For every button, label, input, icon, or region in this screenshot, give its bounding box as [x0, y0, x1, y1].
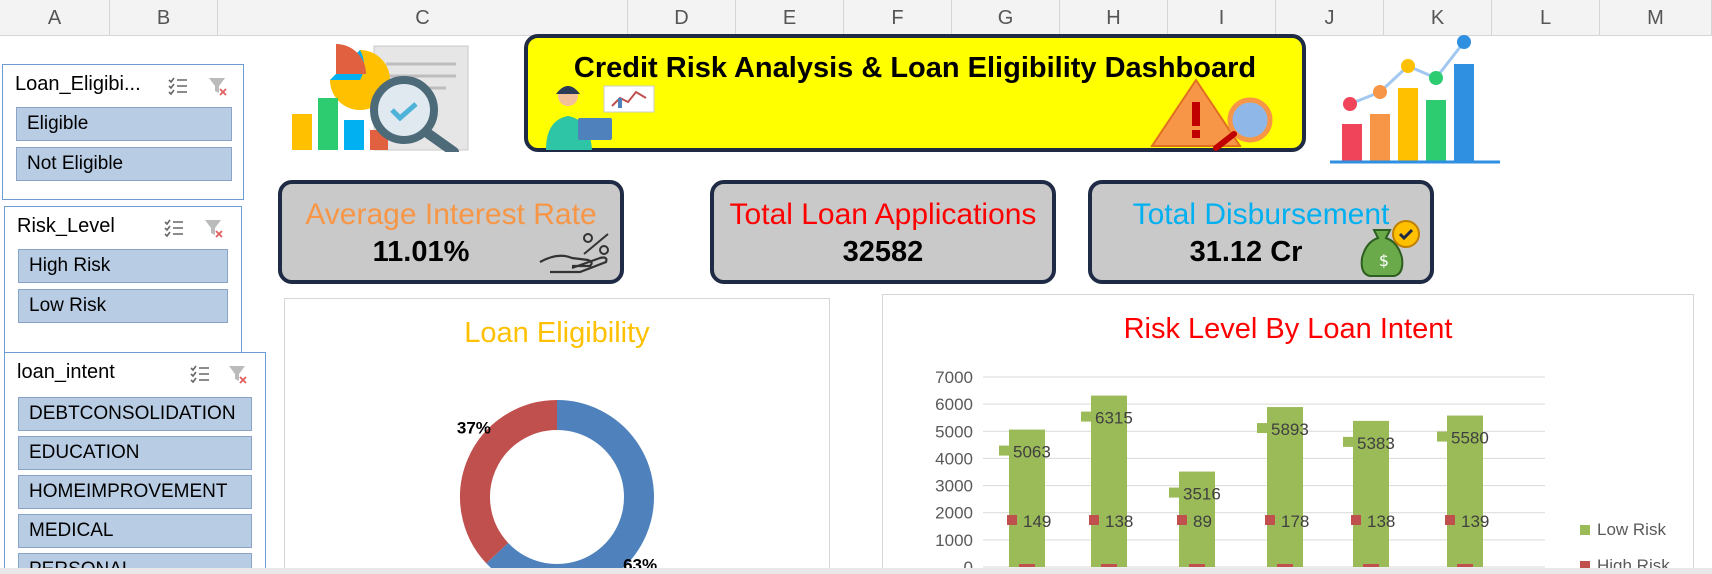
- bar-high-risk: [1363, 564, 1379, 567]
- column-header-d[interactable]: D: [628, 0, 736, 36]
- data-label-marker: [1081, 411, 1091, 422]
- data-label-marker: [999, 445, 1009, 456]
- bar-high-risk: [1189, 564, 1205, 567]
- data-label-marker: [1169, 487, 1179, 498]
- slicer-risk-level[interactable]: Risk_Level High Risk Low Risk: [4, 206, 242, 354]
- bar-plot: 0100020003000400050006000700050636315351…: [935, 368, 1670, 574]
- data-label-low-risk: 3516: [1183, 485, 1221, 504]
- y-tick-label: 7000: [935, 368, 973, 387]
- column-header-c[interactable]: C: [218, 0, 628, 36]
- y-tick-label: 3000: [935, 477, 973, 496]
- data-label-high-risk: 89: [1193, 512, 1212, 531]
- warning-magnifier-icon: [1150, 78, 1273, 151]
- person-laptop-illustration: [546, 85, 655, 150]
- y-tick-label: 5000: [935, 422, 973, 441]
- kpi-value: 11.01%: [372, 236, 470, 268]
- slicer-item-education[interactable]: EDUCATION: [18, 436, 252, 470]
- svg-text:$: $: [1379, 251, 1389, 270]
- y-tick-label: 4000: [935, 449, 973, 468]
- y-tick-label: 1000: [935, 531, 973, 550]
- column-header-m[interactable]: M: [1600, 0, 1712, 36]
- donut-slice-label: 37%: [457, 419, 491, 438]
- slicer-item-homeimprovement[interactable]: HOMEIMPROVEMENT: [18, 475, 252, 509]
- kpi-total-disbursement: Total Disbursement 31.12 Cr $: [1088, 180, 1434, 284]
- clear-filter-icon[interactable]: [207, 75, 229, 97]
- loan-eligibility-chart[interactable]: Loan Eligibility 63% 37%: [284, 298, 830, 574]
- column-header-f[interactable]: F: [844, 0, 952, 36]
- slicer-item-debtconsolidation[interactable]: DEBTCONSOLIDATION: [18, 397, 252, 431]
- data-label-marker: [1089, 515, 1099, 525]
- data-label-low-risk: 5893: [1271, 420, 1309, 439]
- slicer-loan-eligibility[interactable]: Loan_Eligibi... Eligible Not Eligible: [2, 64, 244, 200]
- data-label-low-risk: 5383: [1357, 434, 1395, 453]
- legend-marker-low-risk: [1580, 525, 1590, 535]
- slicer-item-high-risk[interactable]: High Risk: [18, 249, 228, 283]
- risk-level-by-intent-chart[interactable]: Risk Level By Loan Intent 0 1000 2000 3000 4…: [882, 294, 1694, 574]
- y-tick-label: 6000: [935, 395, 973, 414]
- kpi-average-interest-rate: Average Interest Rate 11.01%: [278, 180, 624, 284]
- slicer-loan-intent[interactable]: loan_intent DEBTCONSOLIDATION EDUCATION …: [4, 352, 266, 574]
- slicer-title: Risk_Level: [17, 215, 115, 237]
- data-label-marker: [1437, 431, 1447, 442]
- column-header-h[interactable]: H: [1060, 0, 1168, 36]
- kpi-label: Average Interest Rate: [305, 198, 597, 231]
- column-header-g[interactable]: G: [952, 0, 1060, 36]
- data-label-low-risk: 6315: [1095, 409, 1133, 428]
- bar-high-risk: [1019, 564, 1035, 567]
- data-label-marker: [1343, 436, 1353, 447]
- y-tick-label: 2000: [935, 504, 973, 523]
- growth-chart-illustration: [1330, 35, 1500, 164]
- column-header-i[interactable]: I: [1168, 0, 1276, 36]
- column-header-e[interactable]: E: [736, 0, 844, 36]
- slicer-item-not-eligible[interactable]: Not Eligible: [16, 147, 232, 181]
- kpi-value: 31.12 Cr: [1189, 236, 1303, 268]
- data-label-high-risk: 138: [1105, 512, 1133, 531]
- data-label-marker: [1177, 515, 1187, 525]
- kpi-value: 32582: [842, 236, 924, 268]
- column-header-bar: ABCDEFGHIJKLM: [0, 0, 1712, 36]
- slicer-item-low-risk[interactable]: Low Risk: [18, 289, 228, 323]
- dashboard-title-banner: Credit Risk Analysis & Loan Eligibility …: [524, 34, 1306, 152]
- slicer-item-medical[interactable]: MEDICAL: [18, 514, 252, 548]
- sheet-bottom-bar: [0, 568, 1712, 574]
- data-label-high-risk: 178: [1281, 512, 1309, 531]
- slicer-item-eligible[interactable]: Eligible: [16, 107, 232, 141]
- data-label-low-risk: 5580: [1451, 429, 1489, 448]
- multi-select-icon[interactable]: [163, 217, 185, 239]
- slicer-title: loan_intent: [17, 361, 115, 383]
- column-header-l[interactable]: L: [1492, 0, 1600, 36]
- kpi-label: Total Loan Applications: [729, 198, 1037, 231]
- slicer-title: Loan_Eligibi...: [15, 73, 141, 95]
- column-header-a[interactable]: A: [0, 0, 110, 36]
- data-label-high-risk: 138: [1367, 512, 1395, 531]
- data-label-high-risk: 149: [1023, 512, 1051, 531]
- legend-label-low-risk: Low Risk: [1597, 520, 1666, 539]
- slicer-header: Loan_Eligibi...: [3, 65, 243, 105]
- analytics-illustration: [292, 44, 469, 152]
- data-label-low-risk: 5063: [1013, 443, 1051, 462]
- multi-select-icon[interactable]: [167, 75, 189, 97]
- data-label-marker: [1257, 423, 1267, 434]
- clear-filter-icon[interactable]: [227, 363, 249, 385]
- bar-high-risk: [1277, 564, 1293, 567]
- column-header-b[interactable]: B: [110, 0, 218, 36]
- donut-plot: 63%37%: [457, 400, 657, 574]
- data-label-marker: [1351, 515, 1361, 525]
- column-header-j[interactable]: J: [1276, 0, 1384, 36]
- multi-select-icon[interactable]: [189, 363, 211, 385]
- data-label-marker: [1007, 515, 1017, 525]
- data-label-marker: [1265, 515, 1275, 525]
- clear-filter-icon[interactable]: [203, 217, 225, 239]
- data-label-high-risk: 139: [1461, 512, 1489, 531]
- money-bag-icon: $: [1360, 220, 1420, 277]
- data-label-marker: [1445, 515, 1455, 525]
- hand-percent-icon: [539, 233, 609, 274]
- slicer-header: loan_intent: [5, 353, 265, 393]
- bar-high-risk: [1457, 564, 1473, 567]
- bar-high-risk: [1101, 564, 1117, 567]
- slicer-header: Risk_Level: [5, 207, 241, 247]
- column-header-k[interactable]: K: [1384, 0, 1492, 36]
- kpi-total-loan-applications: Total Loan Applications 32582: [710, 180, 1056, 284]
